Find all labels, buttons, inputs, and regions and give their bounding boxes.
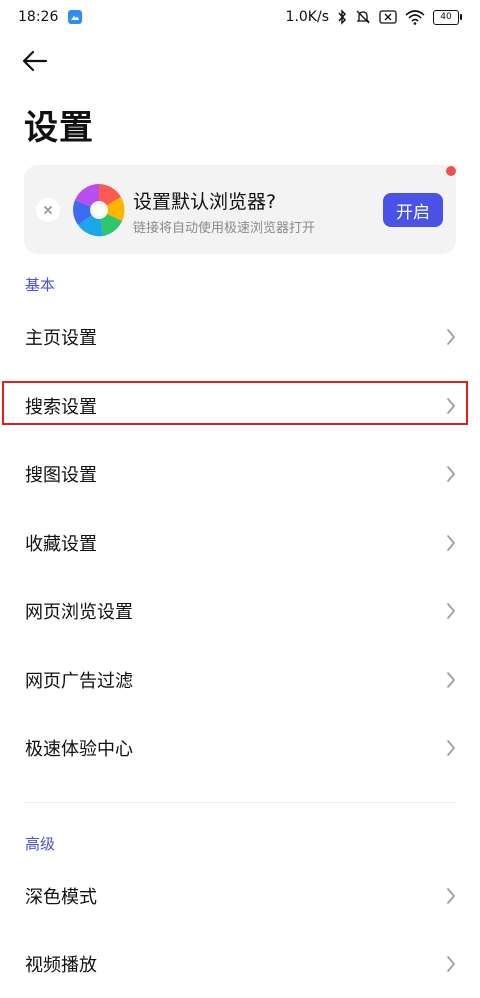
section-divider (24, 802, 456, 803)
menu-item-image-search-settings[interactable]: 搜图设置 (0, 440, 480, 508)
status-bar: 18:26 1.0K/s 40 (0, 0, 480, 34)
chevron-right-icon (444, 738, 458, 758)
menu-item-bookmark-settings[interactable]: 收藏设置 (0, 509, 480, 577)
menu-item-label: 深色模式 (25, 887, 97, 908)
battery-level: 40 (433, 9, 459, 25)
battery-indicator: 40 (433, 9, 462, 25)
menu-item-video-playback[interactable]: 视频播放 (0, 930, 480, 998)
notification-dot (446, 166, 456, 176)
chevron-right-icon (444, 601, 458, 621)
battery-tip (460, 14, 462, 20)
chevron-right-icon (444, 533, 458, 553)
menu-item-browsing-settings[interactable]: 网页浏览设置 (0, 577, 480, 645)
banner-title: 设置默认浏览器? (133, 191, 277, 213)
banner-subtitle: 链接将自动使用极速浏览器打开 (133, 221, 316, 236)
menu-item-search-settings[interactable]: 搜索设置 (0, 372, 480, 440)
menu-item-label: 网页浏览设置 (25, 602, 133, 623)
back-arrow-icon (22, 50, 48, 72)
default-browser-banner: 设置默认浏览器? 链接将自动使用极速浏览器打开 开启 (24, 165, 456, 254)
chevron-right-icon (444, 464, 458, 484)
menu-item-label: 收藏设置 (25, 534, 97, 555)
mute-icon (355, 9, 371, 25)
chevron-right-icon (444, 954, 458, 974)
menu-item-label: 主页设置 (25, 328, 97, 349)
banner-close-button[interactable] (36, 198, 60, 222)
close-icon (44, 206, 52, 214)
back-button[interactable] (18, 44, 52, 78)
menu-item-label: 搜索设置 (25, 397, 97, 418)
menu-item-label: 视频播放 (25, 955, 97, 976)
wifi-icon (405, 9, 425, 25)
browser-logo-icon (73, 184, 125, 237)
menu-item-ad-filter[interactable]: 网页广告过滤 (0, 646, 480, 714)
chevron-right-icon (444, 327, 458, 347)
menu-item-label: 极速体验中心 (25, 739, 133, 760)
section-label-basic: 基本 (25, 276, 56, 294)
menu-item-dark-mode[interactable]: 深色模式 (0, 862, 480, 930)
sim-off-icon (379, 10, 397, 24)
bluetooth-icon (337, 9, 347, 25)
section-label-advanced: 高级 (25, 835, 56, 853)
status-right: 1.0K/s 40 (286, 9, 462, 25)
status-time: 18:26 (18, 9, 59, 25)
menu-item-homepage-settings[interactable]: 主页设置 (0, 303, 480, 371)
chevron-right-icon (444, 886, 458, 906)
enable-button[interactable]: 开启 (383, 193, 443, 227)
menu-item-label: 网页广告过滤 (25, 671, 133, 692)
gallery-app-icon (68, 10, 83, 24)
page-title: 设置 (24, 108, 94, 148)
menu-item-label: 搜图设置 (25, 465, 97, 486)
network-speed: 1.0K/s (285, 9, 329, 25)
menu-item-experience-center[interactable]: 极速体验中心 (0, 714, 480, 782)
chevron-right-icon (444, 670, 458, 690)
chevron-right-icon (444, 396, 458, 416)
status-left: 18:26 (18, 9, 83, 25)
